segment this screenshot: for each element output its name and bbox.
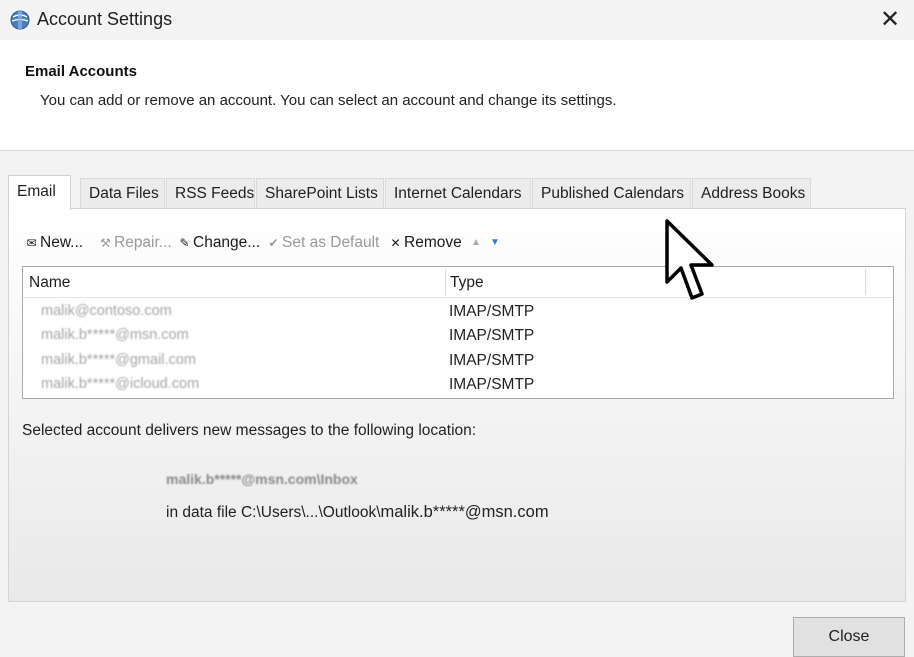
- remove-icon: ✕: [390, 236, 401, 250]
- account-name: malik@contoso.com: [41, 303, 172, 319]
- name-column-header[interactable]: Name: [29, 274, 70, 292]
- change-icon: ✎: [179, 236, 190, 250]
- column-divider[interactable]: [865, 269, 866, 295]
- delivery-location: malik.b*****@msn.com\Inbox: [166, 471, 358, 487]
- type-column-header[interactable]: Type: [450, 274, 484, 292]
- move-down-icon[interactable]: ▼: [490, 231, 500, 255]
- close-icon[interactable]: ✕: [878, 8, 902, 32]
- header-panel: Email Accounts You can add or remove an …: [0, 40, 914, 151]
- tab-sharepoint-lists[interactable]: SharePoint Lists: [256, 178, 384, 208]
- set-as-default-button[interactable]: ✔ Set as Default: [267, 231, 379, 255]
- account-type: IMAP/SMTP: [449, 376, 535, 393]
- close-button[interactable]: Close: [793, 617, 905, 657]
- column-divider[interactable]: [445, 269, 446, 295]
- email-tab-panel: ✉ New... ⚒ Repair... ✎ Change... ✔ Set as De…: [8, 208, 906, 602]
- tab-published-calendars[interactable]: Published Calendars: [532, 178, 691, 208]
- account-name: malik.b*****@msn.com: [41, 327, 189, 343]
- account-settings-icon: [10, 10, 30, 30]
- repair-button-label: Repair...: [114, 234, 172, 251]
- account-name: malik.b*****@gmail.com: [41, 352, 196, 368]
- account-row[interactable]: malik.b*****@msn.com IMAP/SMTP: [23, 324, 893, 348]
- account-type: IMAP/SMTP: [449, 303, 535, 320]
- tab-internet-calendars[interactable]: Internet Calendars: [385, 178, 531, 208]
- remove-button-label: Remove: [404, 234, 462, 251]
- change-button[interactable]: ✎ Change...: [178, 231, 260, 255]
- account-type: IMAP/SMTP: [449, 327, 535, 344]
- window-title: Account Settings: [37, 9, 173, 29]
- title-bar: Account Settings ✕: [0, 0, 914, 40]
- section-title: Email Accounts: [25, 63, 137, 80]
- new-account-icon: ✉: [26, 236, 37, 250]
- tab-address-books[interactable]: Address Books: [692, 178, 811, 208]
- account-row[interactable]: malik@contoso.com IMAP/SMTP: [23, 300, 893, 324]
- section-description: You can add or remove an account. You ca…: [40, 92, 617, 109]
- data-file-line: in data file C:\Users\...\Outlook\malik.…: [166, 503, 549, 522]
- account-row[interactable]: malik.b*****@gmail.com IMAP/SMTP: [23, 349, 893, 373]
- remove-button[interactable]: ✕ Remove: [389, 231, 462, 255]
- mouse-pointer-icon: [665, 219, 714, 300]
- new-button-label: New...: [40, 234, 84, 251]
- tab-rss-feeds[interactable]: RSS Feeds: [166, 178, 255, 208]
- tab-data-files[interactable]: Data Files: [80, 178, 165, 208]
- data-file-path: in data file C:\Users\...\Outlook\: [166, 504, 381, 521]
- account-row[interactable]: malik.b*****@icloud.com IMAP/SMTP: [23, 373, 893, 397]
- tab-email[interactable]: Email: [8, 175, 71, 210]
- set-as-default-label: Set as Default: [282, 234, 380, 251]
- account-type: IMAP/SMTP: [449, 352, 535, 369]
- delivery-label: Selected account delivers new messages t…: [22, 422, 477, 439]
- data-file-name: malik.b*****@msn.com: [380, 503, 549, 521]
- wrench-icon: ⚒: [100, 236, 111, 250]
- change-button-label: Change...: [193, 234, 261, 251]
- checkmark-icon: ✔: [268, 236, 279, 250]
- repair-button[interactable]: ⚒ Repair...: [99, 231, 172, 255]
- account-list: Name Type malik@contoso.com IMAP/SMTP ma…: [22, 266, 894, 399]
- move-up-icon[interactable]: ▲: [471, 231, 481, 255]
- list-header: Name Type: [23, 267, 893, 298]
- new-button[interactable]: ✉ New...: [25, 231, 83, 255]
- account-name: malik.b*****@icloud.com: [41, 376, 200, 392]
